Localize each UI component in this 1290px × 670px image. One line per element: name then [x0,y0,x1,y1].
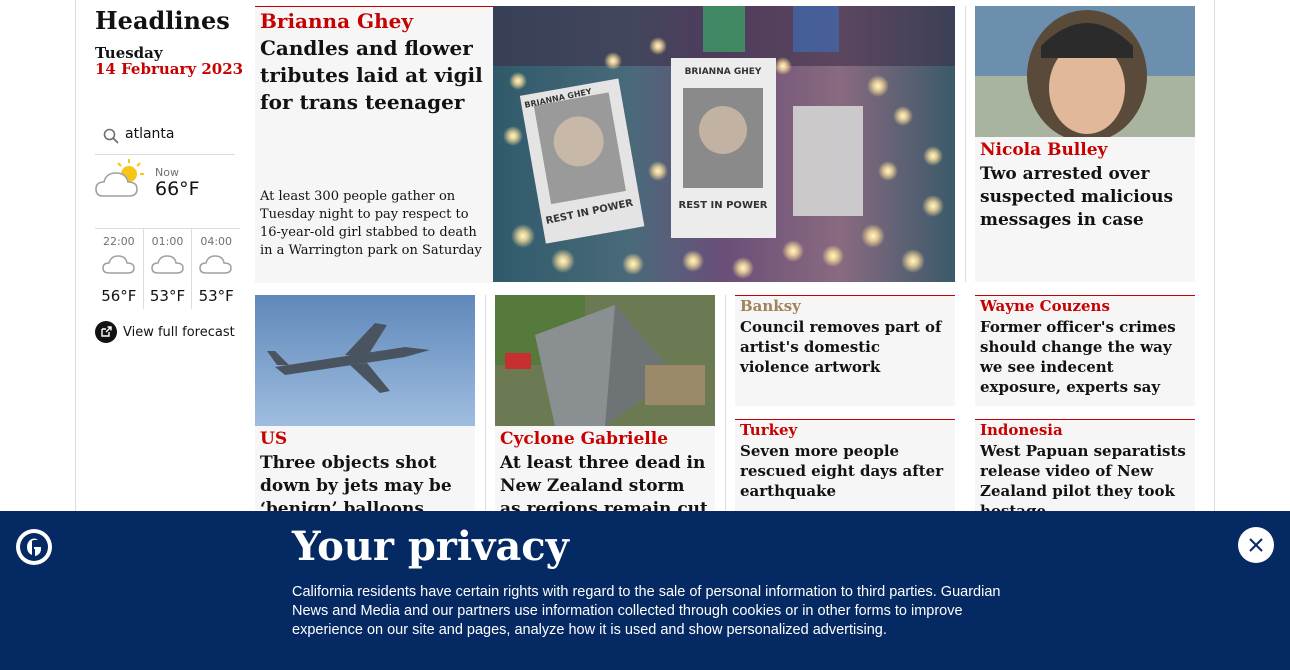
story-photo [495,295,715,426]
guardian-logo[interactable] [16,529,52,565]
side-story-card[interactable]: Nicola Bulley Two arrested over suspecte… [975,6,1195,282]
search-icon [103,128,119,144]
story-kicker[interactable]: Brianna Ghey [260,9,413,33]
story-headline[interactable]: Seven more people rescued eight days aft… [740,441,952,501]
story-photo [255,295,475,426]
forecast-time: 22:00 [102,235,135,248]
story-headline[interactable]: Council removes part of artist's domesti… [740,317,952,377]
story-card[interactable]: Wayne Couzens Former officer's crimes sh… [975,295,1195,406]
story-kicker[interactable]: US [260,429,287,449]
cloud-icon [150,255,184,274]
full-forecast-link[interactable]: View full forecast [95,321,235,343]
weather-location-search[interactable]: atlanta [95,120,235,155]
story-headline[interactable]: West Papuan separatists release video of… [980,441,1192,521]
full-forecast-label: View full forecast [123,324,235,340]
image-caption-rip: REST IN POWER [679,200,768,211]
vigil-image: BRIANNA GHEY REST IN POWER REST IN POWER… [493,6,955,282]
story-kicker[interactable]: Indonesia [980,421,1063,439]
forecast-slot: 04:00 53°F [191,229,240,309]
story-kicker[interactable]: Nicola Bulley [980,140,1107,160]
guardian-g-icon [20,533,48,561]
forecast-temperature: 53°F [149,287,186,305]
privacy-banner: Your privacy California residents have c… [0,511,1290,670]
story-card[interactable]: US Three objects shot down by jets may b… [255,295,475,519]
story-photo [975,6,1195,137]
close-button[interactable] [1238,527,1274,563]
now-temperature: 66°F [155,178,200,200]
story-kicker[interactable]: Wayne Couzens [980,297,1110,315]
forecast-time: 01:00 [151,235,184,248]
main-story-card[interactable]: Brianna Ghey Candles and flower tributes… [255,6,493,283]
story-headline[interactable]: Two arrested over suspected malicious me… [980,163,1185,232]
story-kicker[interactable]: Cyclone Gabrielle [500,429,668,449]
current-weather: Now 66°F [95,158,235,220]
story-headline[interactable]: Candles and flower tributes laid at vigi… [260,35,485,116]
forecast-time: 04:00 [200,235,233,248]
forecast-temperature: 53°F [198,287,234,305]
forecast-slot: 01:00 53°F [142,229,192,309]
privacy-body: California residents have certain rights… [292,584,1001,638]
story-card[interactable]: Banksy Council removes part of artist's … [735,295,955,406]
story-standfirst: At least 300 people gather on Tuesday ni… [260,189,482,258]
forecast-temperature: 56°F [101,287,137,305]
privacy-title: Your privacy [292,523,569,570]
image-caption-name: BRIANNA GHEY [685,67,762,77]
close-icon [1249,538,1263,552]
column-divider [485,295,486,510]
cloud-icon [199,255,232,274]
external-link-icon [95,321,117,343]
search-input[interactable]: atlanta [125,126,174,142]
hourly-forecast: 22:00 56°F 01:00 53°F 04:00 53°F [95,228,240,309]
cloud-icon [102,255,135,274]
story-kicker[interactable]: Turkey [740,421,797,439]
column-divider [725,295,726,510]
forecast-slot: 22:00 56°F [95,229,143,309]
partly-cloudy-icon [95,159,144,197]
story-card[interactable]: Cyclone Gabrielle At least three dead in… [495,295,715,542]
story-headline[interactable]: Former officer's crimes should change th… [980,317,1192,397]
story-kicker[interactable]: Banksy [740,297,801,315]
section-title: Headlines [95,6,230,35]
vigil-photo[interactable]: BRIANNA GHEY REST IN POWER REST IN POWER… [493,6,955,282]
column-divider [965,6,966,282]
date-label: 14 February 2023 [95,60,244,78]
